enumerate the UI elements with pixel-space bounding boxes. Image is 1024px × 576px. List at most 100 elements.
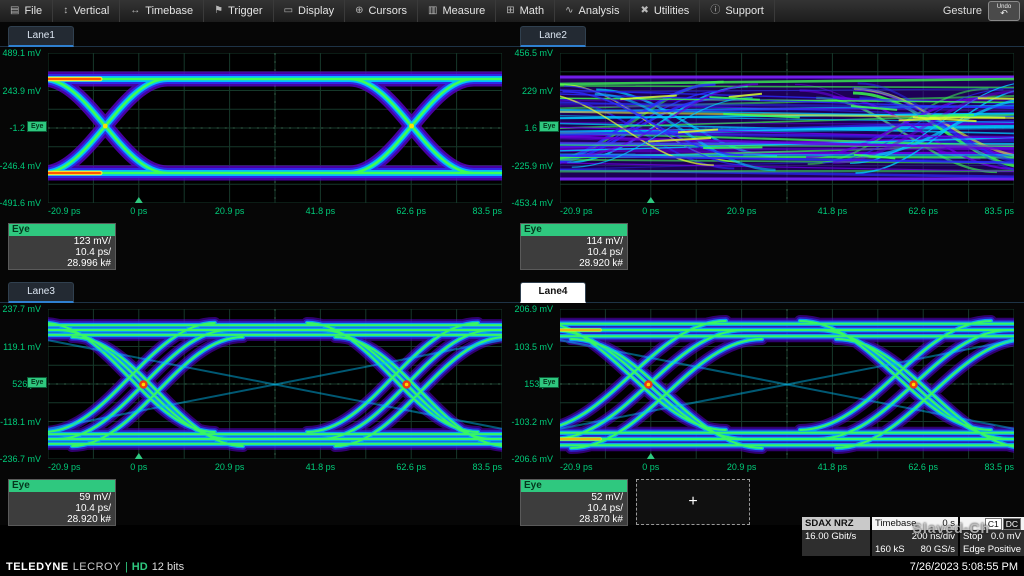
x-axis-label: 83.5 ps [472, 462, 502, 472]
lane4-x-axis: -20.9 ps0 ps20.9 ps41.8 ps62.6 ps83.5 ps [560, 462, 1014, 474]
x-axis-label: 62.6 ps [396, 206, 426, 216]
sdax-descriptor-box[interactable]: SDAX NRZ 16.00 Gbit/s [802, 517, 870, 556]
descriptor-boxes: SDAX NRZ 16.00 Gbit/s Timebase 0 s 200 n… [802, 517, 1024, 556]
lane1-eye-diagram [48, 53, 502, 203]
menu-item-math[interactable]: ⊞Math [496, 0, 555, 22]
add-measurement-box[interactable]: + [636, 479, 750, 525]
lane3-panel: Lane3 237.7 mV119.1 mV526 µV-118.1 mV-23… [0, 278, 512, 525]
eye-count-value: 28.996 k# [9, 258, 115, 269]
menu-item-vertical[interactable]: ↕ Vertical [53, 0, 120, 22]
brand-teledyne: TELEDYNE [6, 561, 69, 573]
lane4-panel: Lane4 206.9 mV103.5 mV153 µV-103.2 mV-20… [512, 278, 1024, 525]
gesture-label: Gesture [943, 5, 982, 17]
eye-measure-title: Eye [521, 480, 627, 492]
bottom-strip: TELEDYNE LECROY | HD 12 bits 7/26/2023 5… [0, 558, 1024, 576]
lane2-eye-measure-box[interactable]: Eye 114 mV/ 10.4 ps/ 28.920 k# [520, 223, 628, 270]
lane4-tabstrip: Lane4 [512, 283, 1024, 303]
trigger-level: 0.0 mV [991, 530, 1021, 543]
x-axis-label: 62.6 ps [396, 462, 426, 472]
lane4-eye-badge: Eye [539, 377, 559, 388]
trigger-slope: Positive [988, 543, 1021, 556]
plus-icon: + [688, 493, 697, 511]
y-axis-label: -491.6 mV [0, 198, 41, 208]
menu-item-label: Measure [442, 5, 485, 17]
lane2-tab[interactable]: Lane2 [520, 26, 586, 47]
menu-item-analysis[interactable]: ∿ Analysis [555, 0, 630, 22]
menu-item-label: Display [298, 5, 334, 17]
y-axis-label: 489.1 mV [2, 48, 41, 58]
hd-badge: HD [132, 561, 148, 573]
y-axis-label: 456.5 mV [514, 48, 553, 58]
vertical-icon: ↕ [63, 6, 68, 16]
y-axis-label: -453.4 mV [511, 198, 553, 208]
eye-measure-title: Eye [9, 224, 115, 236]
lane4-eye-measure-box[interactable]: Eye 52 mV/ 10.4 ps/ 28.870 k# [520, 479, 628, 526]
y-axis-label: 237.7 mV [2, 304, 41, 314]
y-axis-label: 206.9 mV [514, 304, 553, 314]
x-axis-label: 20.9 ps [215, 206, 245, 216]
x-axis-label: 0 ps [130, 206, 147, 216]
menu-item-cursors[interactable]: ⊕Cursors [345, 0, 418, 22]
x-axis-label: 83.5 ps [984, 462, 1014, 472]
x-axis-label: 83.5 ps [984, 206, 1014, 216]
eye-width-value: 10.4 ps/ [521, 247, 627, 258]
y-axis-label: -236.7 mV [0, 454, 41, 464]
bit-depth-label: 12 bits [152, 561, 184, 573]
lane4-tab[interactable]: Lane4 [520, 282, 586, 303]
undo-icon: ↶ [1000, 9, 1008, 18]
support-icon: ⓘ [710, 6, 720, 16]
x-axis-label: 41.8 ps [818, 206, 848, 216]
menu-bar: ▤File ↕ Vertical ↔Timebase ⚑ Trigger ▭Display⊕… [0, 0, 1024, 23]
brand-separator: | [125, 561, 128, 573]
lane1-tab[interactable]: Lane1 [8, 26, 74, 47]
menu-item-timebase[interactable]: ↔Timebase [120, 0, 204, 22]
lane1-eye-measure-box[interactable]: Eye 123 mV/ 10.4 ps/ 28.996 k# [8, 223, 116, 270]
menu-item-display[interactable]: ▭Display [274, 0, 346, 22]
eye-height-value: 52 mV/ [521, 492, 627, 503]
menu-item-label: Trigger [228, 5, 262, 17]
lane1-plot[interactable] [48, 53, 502, 203]
eye-measure-title: Eye [9, 480, 115, 492]
eye-measure-title: Eye [521, 224, 627, 236]
menu-item-measure[interactable]: ▥ Measure [418, 0, 496, 22]
menu-item-label: Analysis [579, 5, 620, 17]
x-axis-label: 0 ps [130, 462, 147, 472]
menu-item-support[interactable]: ⓘ Support [700, 0, 775, 22]
menu-item-file[interactable]: ▤File [0, 0, 53, 22]
x-axis-label: 20.9 ps [727, 206, 757, 216]
trigger-descriptor-box[interactable]: C1 DC Stop 0.0 mV Edge Positive [960, 517, 1024, 556]
menu-item-trigger[interactable]: ⚑ Trigger [204, 0, 273, 22]
menu-item-utilities[interactable]: ✖Utilities [630, 0, 700, 22]
undo-button[interactable]: Undo ↶ [988, 1, 1020, 21]
trigger-icon: ⚑ [214, 6, 223, 16]
eye-count-value: 28.920 k# [9, 514, 115, 525]
timebase-icon: ↔ [130, 6, 140, 16]
x-axis-label: 41.8 ps [306, 462, 336, 472]
timebase-descriptor-box[interactable]: Timebase 0 s 200 ns/div 160 kS 80 GS/s [872, 517, 958, 556]
sdax-title: SDAX NRZ [805, 517, 854, 530]
clock-timestamp: 7/26/2023 5:08:55 PM [910, 561, 1018, 573]
x-axis-label: 41.8 ps [306, 206, 336, 216]
lane3-tab[interactable]: Lane3 [8, 282, 74, 303]
trigger-coupling-badge: DC [1003, 518, 1021, 530]
x-axis-label: 41.8 ps [818, 462, 848, 472]
y-axis-label: -118.1 mV [0, 417, 41, 427]
timebase-title: Timebase [875, 517, 916, 530]
sdax-bitrate: 16.00 Gbit/s [805, 530, 856, 543]
lane1-panel: Lane1 489.1 mV243.9 mV-1.2 mV-246.4 mV-4… [0, 22, 512, 278]
eye-height-value: 59 mV/ [9, 492, 115, 503]
menu-item-label: Support [725, 5, 764, 17]
x-axis-label: -20.9 ps [48, 206, 81, 216]
menu-item-label: Cursors [368, 5, 407, 17]
lane3-eye-measure-box[interactable]: Eye 59 mV/ 10.4 ps/ 28.920 k# [8, 479, 116, 526]
menu-item-label: Vertical [73, 5, 109, 17]
lane3-plot[interactable] [48, 309, 502, 459]
lane2-plot[interactable] [560, 53, 1014, 203]
lane2-tabstrip: Lane2 [512, 27, 1024, 47]
trigger-mode: Stop [963, 530, 983, 543]
lane4-plot[interactable] [560, 309, 1014, 459]
x-axis-label: 0 ps [642, 206, 659, 216]
analysis-icon: ∿ [565, 6, 573, 16]
lane2-eye-diagram [560, 53, 1014, 203]
measure-icon: ▥ [428, 6, 437, 16]
